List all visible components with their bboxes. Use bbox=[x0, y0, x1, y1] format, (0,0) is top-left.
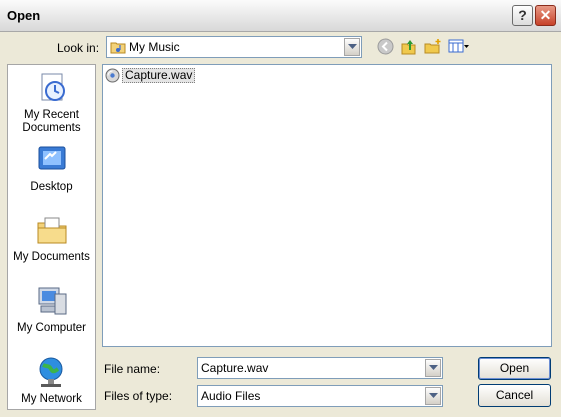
file-name-label-text: File name: bbox=[104, 362, 161, 376]
place-desktop[interactable]: Desktop bbox=[8, 143, 95, 194]
view-menu-icon[interactable] bbox=[448, 38, 470, 56]
place-label: Desktop bbox=[30, 181, 73, 193]
music-folder-icon bbox=[110, 40, 126, 57]
place-my-computer[interactable]: My Computer bbox=[8, 284, 95, 335]
chevron-down-icon bbox=[429, 393, 438, 398]
back-icon[interactable] bbox=[377, 38, 394, 56]
place-label: Documents bbox=[22, 122, 81, 134]
place-label: My Documents bbox=[13, 251, 90, 263]
up-folder-icon[interactable] bbox=[401, 38, 417, 56]
place-my-network[interactable]: My Network bbox=[8, 355, 95, 406]
desktop-icon bbox=[35, 143, 69, 177]
open-button[interactable]: Open bbox=[478, 357, 551, 380]
place-label: My Computer bbox=[16, 322, 87, 334]
file-name-dropdown-arrow[interactable] bbox=[425, 359, 441, 377]
file-type-value: Audio Files bbox=[201, 389, 261, 403]
cancel-button[interactable]: Cancel bbox=[478, 384, 551, 407]
file-type-dropdown[interactable]: Audio Files bbox=[197, 385, 443, 407]
look-in-dropdown-arrow[interactable] bbox=[344, 38, 360, 56]
my-documents-icon bbox=[35, 213, 69, 247]
title-bar[interactable]: Open ? ✕ bbox=[0, 0, 561, 32]
window-title: Open bbox=[7, 8, 41, 23]
close-button[interactable]: ✕ bbox=[535, 5, 556, 26]
file-name-value: Capture.wav bbox=[201, 361, 269, 375]
my-recent-documents-icon bbox=[35, 71, 69, 105]
audio-file-icon bbox=[105, 68, 120, 86]
chevron-down-icon bbox=[429, 365, 438, 370]
place-my-recent-documents[interactable]: My Recent Documents bbox=[8, 71, 95, 135]
file-type-dropdown-arrow[interactable] bbox=[425, 387, 441, 405]
help-button[interactable]: ? bbox=[512, 5, 533, 26]
file-name-input[interactable]: Capture.wav bbox=[197, 357, 443, 379]
places-bar: My Recent Documents Desktop My Documents… bbox=[7, 64, 96, 410]
look-in-dropdown[interactable]: My Music bbox=[106, 36, 362, 58]
look-in-label: Look in: bbox=[57, 41, 100, 55]
my-computer-icon bbox=[35, 284, 69, 318]
place-label: My Network bbox=[21, 393, 82, 405]
look-in-value: My Music bbox=[129, 40, 180, 54]
chevron-down-icon bbox=[348, 44, 357, 49]
my-network-icon bbox=[35, 355, 69, 389]
new-folder-icon[interactable] bbox=[424, 38, 442, 56]
place-label: My Recent bbox=[24, 109, 79, 121]
file-list[interactable]: Capture.wav bbox=[102, 64, 552, 347]
place-my-documents[interactable]: My Documents bbox=[8, 213, 95, 264]
file-name-label: Capture.wav bbox=[122, 68, 196, 83]
file-type-label: Files of type: bbox=[104, 389, 173, 403]
